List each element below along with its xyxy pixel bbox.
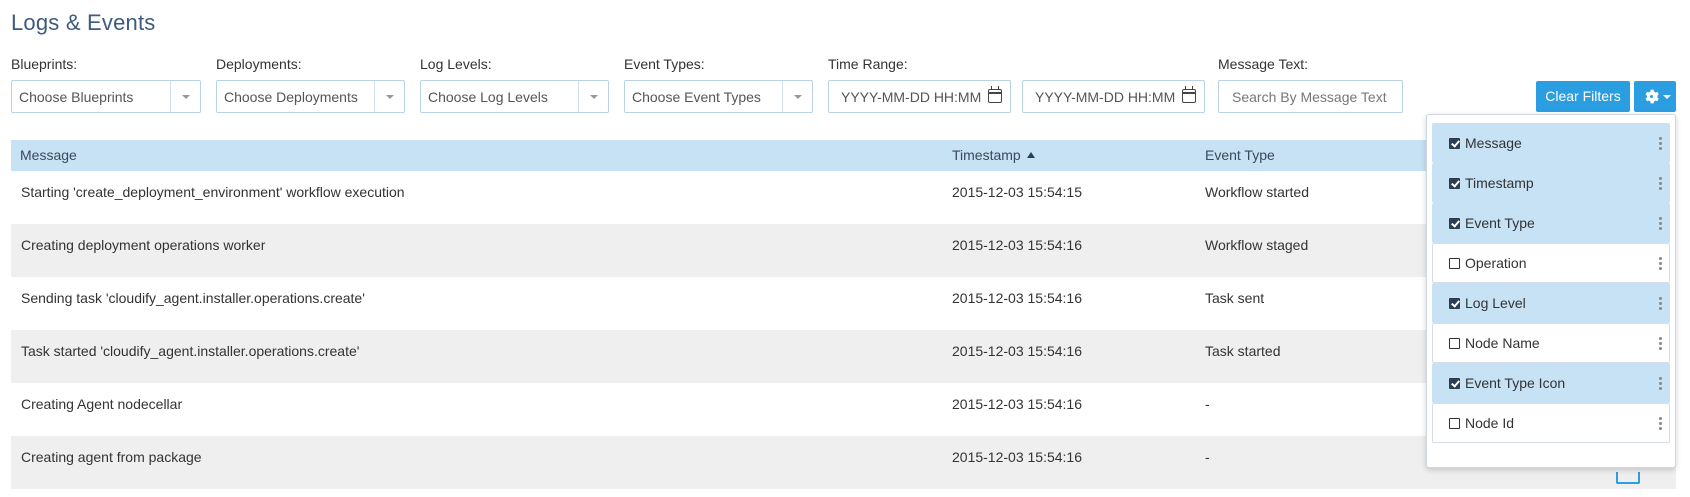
log-levels-select[interactable]: Choose Log Levels: [420, 80, 609, 113]
time-range-from-input[interactable]: YYYY-MM-DD HH:MM: [828, 80, 1011, 113]
column-option-label: Node Name: [1465, 335, 1540, 351]
column-option-label: Node Id: [1465, 415, 1515, 431]
column-option-message[interactable]: Message: [1432, 123, 1670, 163]
deployments-label: Deployments:: [216, 56, 302, 72]
log-levels-label: Log Levels:: [420, 56, 492, 72]
column-picker-panel: Message Timestamp Event Type Operation L…: [1426, 114, 1676, 468]
column-settings-button[interactable]: [1634, 81, 1676, 112]
event-type-icon: [1616, 472, 1640, 484]
drag-handle-icon[interactable]: [1659, 177, 1662, 191]
checkbox-icon[interactable]: [1449, 338, 1460, 349]
time-range-to-input[interactable]: YYYY-MM-DD HH:MM: [1022, 80, 1205, 113]
drag-handle-icon[interactable]: [1659, 337, 1662, 351]
time-range-to-placeholder: YYYY-MM-DD HH:MM: [1035, 89, 1176, 105]
event-types-placeholder: Choose Event Types: [632, 89, 761, 105]
calendar-icon[interactable]: [1182, 86, 1196, 103]
column-option-label: Event Type Icon: [1465, 375, 1566, 391]
chevron-down-icon: [794, 95, 802, 99]
event-types-label: Event Types:: [624, 56, 705, 72]
column-option-event-type[interactable]: Event Type: [1432, 203, 1670, 243]
column-option-label: Timestamp: [1465, 175, 1534, 191]
column-header-event-type[interactable]: Event Type: [1205, 147, 1275, 163]
checkbox-icon[interactable]: [1449, 418, 1460, 429]
drag-handle-icon[interactable]: [1659, 417, 1662, 431]
column-option-label: Operation: [1465, 255, 1527, 271]
cell-message: Creating agent from package: [21, 449, 202, 465]
checkbox-icon[interactable]: [1449, 218, 1460, 229]
message-text-input[interactable]: Search By Message Text: [1218, 80, 1403, 113]
log-levels-placeholder: Choose Log Levels: [428, 89, 548, 105]
chevron-down-icon: [386, 95, 394, 99]
chevron-down-icon: [182, 95, 190, 99]
cell-message: Starting 'create_deployment_environment'…: [21, 184, 405, 200]
cell-event-type: -: [1205, 396, 1210, 412]
message-text-placeholder: Search By Message Text: [1232, 89, 1387, 105]
checkbox-icon[interactable]: [1449, 258, 1460, 269]
column-option-node-id[interactable]: Node Id: [1432, 403, 1670, 443]
cell-event-type: Task sent: [1205, 290, 1265, 306]
cell-message: Creating Agent nodecellar: [21, 396, 183, 412]
calendar-icon[interactable]: [988, 86, 1002, 103]
chevron-down-icon: [590, 95, 598, 99]
cell-event-type: Workflow staged: [1205, 237, 1309, 253]
message-text-label: Message Text:: [1218, 56, 1309, 72]
cell-message: Sending task 'cloudify_agent.installer.o…: [21, 290, 365, 306]
drag-handle-icon[interactable]: [1659, 297, 1662, 311]
blueprints-select[interactable]: Choose Blueprints: [11, 80, 201, 113]
cell-message: Creating deployment operations worker: [21, 237, 266, 253]
gear-icon: [1645, 89, 1659, 104]
column-option-label: Log Level: [1465, 295, 1526, 311]
cell-timestamp: 2015-12-03 15:54:16: [952, 237, 1082, 253]
log-levels-dropdown-toggle[interactable]: [578, 81, 608, 112]
page-title: Logs & Events: [11, 10, 156, 35]
cell-event-type: Workflow started: [1205, 184, 1309, 200]
blueprints-dropdown-toggle[interactable]: [170, 81, 200, 112]
checkbox-icon[interactable]: [1449, 178, 1460, 189]
checkbox-icon[interactable]: [1449, 138, 1460, 149]
column-option-label: Event Type: [1465, 215, 1535, 231]
event-types-dropdown-toggle[interactable]: [782, 81, 812, 112]
cell-timestamp: 2015-12-03 15:54:16: [952, 343, 1082, 359]
column-option-log-level[interactable]: Log Level: [1432, 283, 1670, 323]
chevron-down-icon: [1663, 95, 1671, 99]
cell-message: Task started 'cloudify_agent.installer.o…: [21, 343, 360, 359]
cell-timestamp: 2015-12-03 15:54:16: [952, 290, 1082, 306]
drag-handle-icon[interactable]: [1659, 257, 1662, 271]
drag-handle-icon[interactable]: [1659, 217, 1662, 231]
checkbox-icon[interactable]: [1449, 298, 1460, 309]
column-option-timestamp[interactable]: Timestamp: [1432, 163, 1670, 203]
time-range-label: Time Range:: [828, 56, 908, 72]
column-header-timestamp-label: Timestamp: [952, 147, 1021, 163]
cell-timestamp: 2015-12-03 15:54:16: [952, 449, 1082, 465]
column-header-timestamp[interactable]: Timestamp: [952, 147, 1035, 163]
column-option-operation[interactable]: Operation: [1432, 243, 1670, 283]
column-option-node-name[interactable]: Node Name: [1432, 323, 1670, 363]
sort-asc-icon: [1026, 152, 1035, 158]
deployments-dropdown-toggle[interactable]: [374, 81, 404, 112]
event-types-select[interactable]: Choose Event Types: [624, 80, 813, 113]
blueprints-label: Blueprints:: [11, 56, 78, 72]
drag-handle-icon[interactable]: [1659, 137, 1662, 151]
column-option-event-type-icon[interactable]: Event Type Icon: [1432, 363, 1670, 403]
blueprints-placeholder: Choose Blueprints: [19, 89, 134, 105]
drag-handle-icon[interactable]: [1659, 377, 1662, 391]
checkbox-icon[interactable]: [1449, 378, 1460, 389]
cell-event-type: -: [1205, 449, 1210, 465]
column-option-label: Message: [1465, 135, 1522, 151]
cell-event-type: Task started: [1205, 343, 1281, 359]
time-range-from-placeholder: YYYY-MM-DD HH:MM: [841, 89, 982, 105]
deployments-placeholder: Choose Deployments: [224, 89, 358, 105]
cell-timestamp: 2015-12-03 15:54:15: [952, 184, 1082, 200]
clear-filters-button[interactable]: Clear Filters: [1536, 81, 1630, 112]
column-header-message[interactable]: Message: [20, 147, 77, 163]
deployments-select[interactable]: Choose Deployments: [216, 80, 405, 113]
cell-timestamp: 2015-12-03 15:54:16: [952, 396, 1082, 412]
